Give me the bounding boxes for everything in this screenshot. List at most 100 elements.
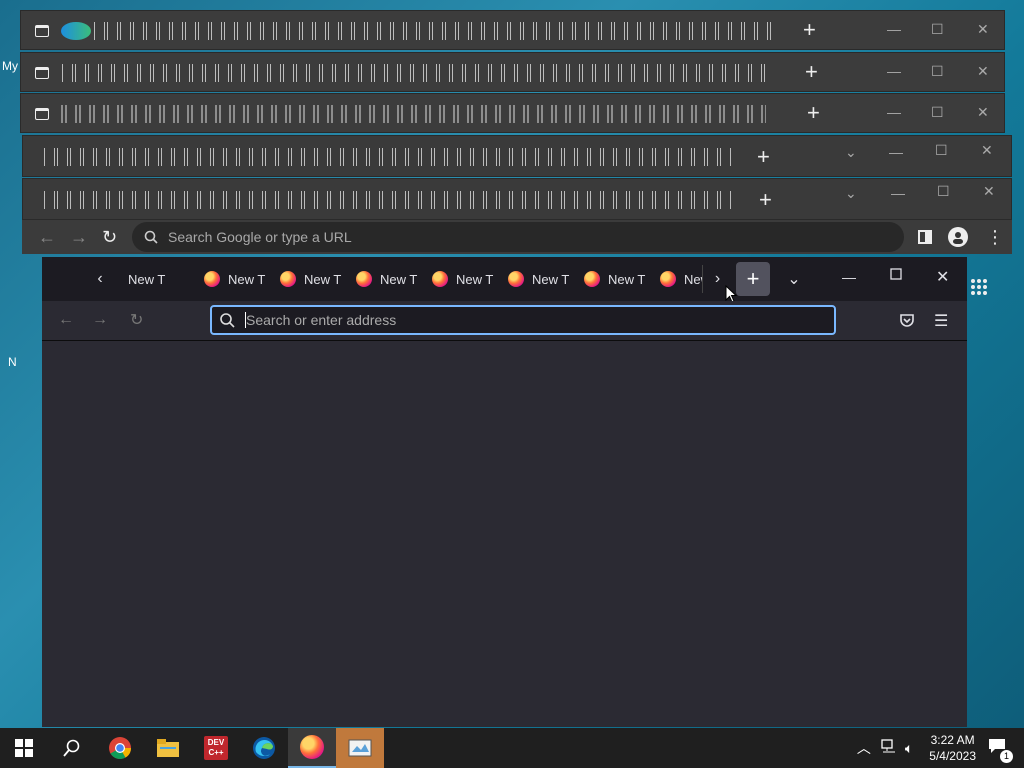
new-tab-button[interactable]: + (757, 144, 770, 170)
chrome-omnibox[interactable]: Search Google or type a URL (132, 222, 904, 252)
profile-avatar-icon[interactable] (948, 227, 968, 247)
close-icon[interactable]: ✕ (977, 21, 989, 38)
scroll-tabs-left-icon[interactable]: ‹ (80, 270, 120, 288)
clock-date: 5/4/2023 (929, 749, 976, 763)
maximize-icon[interactable]: ☐ (937, 183, 950, 200)
apps-grid-icon[interactable] (970, 278, 988, 301)
firefox-icon (300, 735, 324, 759)
firefox-icon (508, 271, 524, 287)
folder-icon (157, 739, 179, 757)
back-icon[interactable]: ← (58, 311, 74, 329)
devcpp-icon: DEV C++ (204, 736, 228, 760)
forward-icon[interactable]: → (92, 311, 108, 329)
paint-taskbar-button[interactable] (336, 728, 384, 768)
minimize-icon[interactable]: — (887, 21, 901, 37)
firefox-nav-bar: ← → ↻ Search or enter address ☰ (42, 301, 967, 341)
notification-center-icon[interactable]: 1 (988, 738, 1013, 763)
reload-icon[interactable]: ↻ (102, 227, 117, 248)
close-icon[interactable]: ✕ (977, 104, 989, 121)
edge-taskbar-button[interactable] (240, 728, 288, 768)
tab-strip-garbled[interactable] (43, 191, 733, 209)
tab-label: New T (304, 271, 342, 287)
firefox-tab[interactable]: New (652, 263, 702, 295)
new-tab-button[interactable]: + (759, 187, 772, 213)
firefox-tab-strip: ‹ New T New T New T New T New T New T Ne… (42, 257, 967, 301)
background-window-3[interactable]: + — ☐ ✕ (20, 93, 1005, 133)
tab-label: New T (380, 271, 418, 287)
maximize-icon[interactable]: ☐ (931, 104, 944, 121)
firefox-tab[interactable]: New T (576, 263, 652, 295)
reload-icon[interactable]: ↻ (130, 310, 143, 330)
firefox-tab[interactable]: New T (500, 263, 576, 295)
search-icon (144, 230, 158, 244)
firefox-tab[interactable]: New T (120, 263, 196, 295)
background-window-2[interactable]: + — ☐ ✕ (20, 52, 1005, 92)
close-icon[interactable]: ✕ (977, 63, 989, 80)
maximize-icon[interactable] (890, 268, 902, 280)
clock-time: 3:22 AM (930, 733, 975, 747)
firefox-taskbar-button[interactable] (288, 728, 336, 768)
new-tab-button[interactable]: + (803, 17, 816, 43)
new-tab-button[interactable]: + (805, 59, 818, 85)
background-window-5[interactable]: + ⌄ — ☐ ✕ (22, 178, 1012, 220)
minimize-icon[interactable]: — (887, 63, 901, 79)
devcpp-label-2: C++ (208, 748, 224, 757)
firefox-tab[interactable]: New T (196, 263, 272, 295)
background-window-1[interactable]: + — ☐ ✕ (20, 10, 1005, 50)
pocket-icon[interactable] (899, 312, 915, 328)
new-tab-button[interactable]: + (736, 262, 770, 296)
firefox-icon (204, 271, 220, 287)
close-icon[interactable]: ✕ (981, 142, 993, 159)
windows-logo-icon (15, 739, 33, 757)
maximize-icon[interactable]: ☐ (931, 63, 944, 80)
clock[interactable]: 3:22 AM 5/4/2023 (929, 732, 976, 764)
firefox-tab[interactable]: New T (424, 263, 500, 295)
back-icon[interactable]: ← (38, 227, 56, 248)
tab-label: New (684, 271, 702, 287)
maximize-icon[interactable]: ☐ (935, 142, 948, 159)
close-icon[interactable]: ✕ (936, 267, 949, 287)
tab-search-icon[interactable] (35, 25, 49, 37)
tab-label: New T (456, 271, 494, 287)
minimize-icon[interactable]: — (887, 104, 901, 120)
background-window-4[interactable]: + ⌄ — ☐ ✕ (22, 135, 1012, 177)
omnibox-placeholder: Search Google or type a URL (168, 229, 352, 245)
new-tab-button[interactable]: + (807, 100, 820, 126)
search-icon (63, 739, 80, 757)
minimize-icon[interactable]: — (842, 269, 856, 285)
close-icon[interactable]: ✕ (983, 183, 995, 200)
firefox-icon (432, 271, 448, 287)
file-explorer-taskbar-button[interactable] (144, 728, 192, 768)
firefox-icon (280, 271, 296, 287)
url-bar[interactable]: Search or enter address (210, 305, 836, 335)
tab-search-chevron-icon[interactable]: ⌄ (845, 185, 857, 202)
tab-strip-garbled[interactable] (43, 148, 733, 166)
tab-search-icon[interactable] (35, 67, 49, 79)
chrome-taskbar-button[interactable] (96, 728, 144, 768)
menu-kebab-icon[interactable]: ⋮ (986, 227, 1004, 248)
side-panel-icon[interactable] (918, 230, 932, 244)
tab-strip-garbled[interactable] (61, 105, 766, 123)
chrome-icon (109, 737, 131, 759)
volume-icon[interactable]: 🔈︎ (905, 740, 913, 757)
tab-search-chevron-icon[interactable]: ⌄ (845, 144, 857, 161)
minimize-icon[interactable]: — (889, 144, 903, 160)
devcpp-taskbar-button[interactable]: DEV C++ (192, 728, 240, 768)
firefox-tab[interactable]: New T (272, 263, 348, 295)
start-button[interactable] (0, 728, 48, 768)
tab-strip-garbled[interactable] (61, 64, 767, 82)
minimize-icon[interactable]: — (891, 185, 905, 201)
tab-strip-garbled[interactable] (93, 22, 773, 40)
network-icon[interactable] (881, 738, 897, 758)
show-hidden-icons-chevron-icon[interactable]: ︿ (857, 738, 871, 758)
tab-label: New T (228, 271, 266, 287)
forward-icon[interactable]: → (70, 227, 88, 248)
list-all-tabs-chevron-icon[interactable]: ⌄ (774, 269, 814, 289)
hamburger-menu-icon[interactable]: ☰ (934, 311, 948, 331)
tab-search-icon[interactable] (35, 108, 49, 120)
search-taskbar-button[interactable] (48, 728, 96, 768)
maximize-icon[interactable]: ☐ (931, 21, 944, 38)
url-placeholder: Search or enter address (246, 312, 397, 328)
paint-icon (348, 739, 372, 757)
firefox-tab[interactable]: New T (348, 263, 424, 295)
